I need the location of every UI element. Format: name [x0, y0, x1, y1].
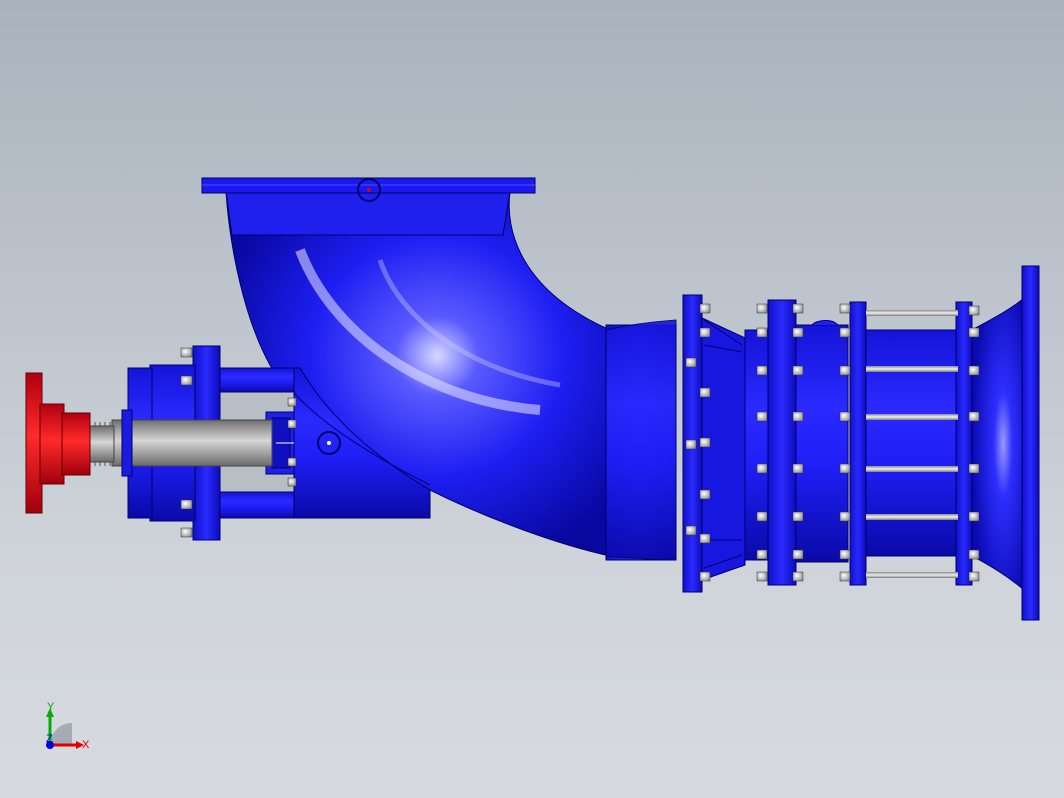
cad-viewport[interactable]: Y X Z: [0, 0, 1064, 798]
red-coupling: [25, 372, 91, 514]
triad-z-label: Z: [46, 733, 53, 745]
axis-triad: Y X Z: [46, 701, 90, 751]
triad-x-label: X: [82, 739, 90, 751]
drive-shaft: [87, 409, 273, 477]
diffuser-section: [605, 265, 1040, 621]
triad-y-label: Y: [47, 701, 55, 713]
